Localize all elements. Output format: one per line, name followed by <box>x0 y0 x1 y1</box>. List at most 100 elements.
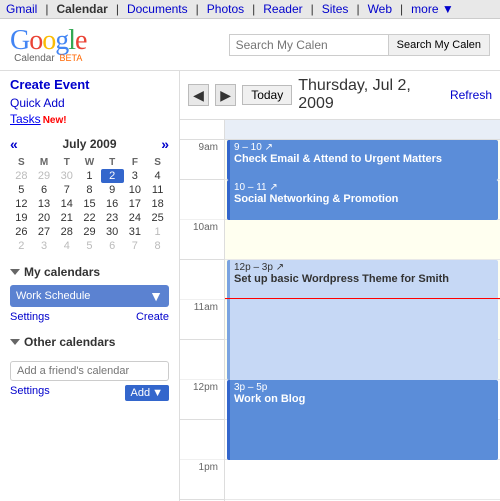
mini-cal-header: « July 2009 » <box>10 136 169 152</box>
nav-gmail[interactable]: Gmail <box>6 2 37 16</box>
mini-cal-day-cell[interactable]: 26 <box>10 225 33 239</box>
other-calendars-section: Other calendars Settings Add ▼ <box>10 335 169 401</box>
time-slot: 10am <box>180 220 224 260</box>
time-slot <box>180 340 224 380</box>
nav-calendar[interactable]: Calendar <box>56 2 107 16</box>
mini-cal-day-cell[interactable]: 14 <box>55 197 78 211</box>
prev-day-button[interactable]: ◀ <box>188 84 209 106</box>
mini-cal-day-cell[interactable]: 30 <box>101 225 124 239</box>
mini-cal-day-cell[interactable]: 20 <box>33 211 56 225</box>
dropdown-arrow-icon: ▼ <box>149 288 163 304</box>
search-button[interactable]: Search My Calen <box>389 34 490 56</box>
nav-sites[interactable]: Sites <box>322 2 349 16</box>
create-link[interactable]: Create <box>136 311 169 323</box>
event-time: 3p – 5p <box>234 382 494 393</box>
nav-reader[interactable]: Reader <box>263 2 302 16</box>
settings-link[interactable]: Settings <box>10 311 50 323</box>
mini-cal-day-cell[interactable]: 31 <box>124 225 147 239</box>
search-input[interactable] <box>229 34 389 56</box>
today-button[interactable]: Today <box>242 85 292 105</box>
mini-cal-week-row: 12131415161718 <box>10 197 169 211</box>
nav-sep3: | <box>196 2 199 16</box>
event-title: Check Email & Attend to Urgent Matters <box>234 153 494 165</box>
mini-cal-dow-cell: F <box>124 156 147 169</box>
mini-cal-day-cell[interactable]: 16 <box>101 197 124 211</box>
mini-cal-day-cell[interactable]: 10 <box>124 183 147 197</box>
time-slot: 9am <box>180 140 224 180</box>
refresh-link[interactable]: Refresh <box>450 88 492 102</box>
mini-cal-day-cell[interactable]: 1 <box>78 169 101 183</box>
create-event-link[interactable]: Create Event <box>10 77 169 92</box>
add-calendar-button[interactable]: Add ▼ <box>125 385 169 401</box>
mini-cal-day-cell[interactable]: 28 <box>55 225 78 239</box>
event-time: 10 – 11 ↗ <box>234 182 494 193</box>
mini-cal-day-cell[interactable]: 19 <box>10 211 33 225</box>
add-friend-calendar-input[interactable] <box>10 361 169 381</box>
nav-photos[interactable]: Photos <box>207 2 244 16</box>
mini-cal-day-cell[interactable]: 2 <box>10 239 33 253</box>
mini-cal-day-cell[interactable]: 25 <box>146 211 169 225</box>
event-title: Set up basic Wordpress Theme for Smith <box>234 273 494 285</box>
work-schedule-dropdown[interactable]: Work Schedule ▼ <box>10 285 169 307</box>
time-slot <box>180 180 224 220</box>
mini-cal-day-cell[interactable]: 17 <box>124 197 147 211</box>
day-header <box>225 120 500 140</box>
mini-calendar: « July 2009 » SMTWTFS 282930123456789101… <box>10 136 169 253</box>
mini-cal-day-cell[interactable]: 8 <box>146 239 169 253</box>
mini-cal-day-cell[interactable]: 24 <box>124 211 147 225</box>
current-time-line <box>225 298 500 299</box>
mini-cal-prev[interactable]: « <box>10 136 18 152</box>
other-settings-link[interactable]: Settings <box>10 385 50 401</box>
nav-documents[interactable]: Documents <box>127 2 188 16</box>
mini-cal-dow-cell: S <box>10 156 33 169</box>
mini-cal-day-cell[interactable]: 21 <box>55 211 78 225</box>
mini-cal-day-cell[interactable]: 6 <box>33 183 56 197</box>
mini-cal-day-cell[interactable]: 1 <box>146 225 169 239</box>
mini-cal-day-cell[interactable]: 8 <box>78 183 101 197</box>
mini-cal-day-cell[interactable]: 3 <box>33 239 56 253</box>
my-calendars-header[interactable]: My calendars <box>10 265 169 279</box>
hour-row <box>225 460 500 500</box>
mini-cal-day-cell[interactable]: 6 <box>101 239 124 253</box>
mini-cal-day-cell[interactable]: 4 <box>146 169 169 183</box>
nav-web[interactable]: Web <box>368 2 392 16</box>
mini-cal-day-cell[interactable]: 4 <box>55 239 78 253</box>
mini-cal-day-cell[interactable]: 27 <box>33 225 56 239</box>
mini-cal-next[interactable]: » <box>161 136 169 152</box>
next-day-button[interactable]: ▶ <box>215 84 236 106</box>
event-block[interactable]: 10 – 11 ↗Social Networking & Promotion <box>227 180 498 220</box>
mini-cal-day-cell[interactable]: 18 <box>146 197 169 211</box>
mini-cal-day-cell[interactable]: 7 <box>55 183 78 197</box>
time-slot: 12pm <box>180 380 224 420</box>
mini-cal-day-cell[interactable]: 30 <box>55 169 78 183</box>
mini-cal-day-cell[interactable]: 9 <box>101 183 124 197</box>
quick-add-link[interactable]: Quick Add <box>10 96 169 110</box>
my-calendars-section: My calendars Work Schedule ▼ Settings Cr… <box>10 265 169 323</box>
time-slot <box>180 260 224 300</box>
event-block[interactable]: 9 – 10 ↗Check Email & Attend to Urgent M… <box>227 140 498 180</box>
mini-cal-day-cell[interactable]: 12 <box>10 197 33 211</box>
mini-cal-day-cell[interactable]: 22 <box>78 211 101 225</box>
mini-cal-day-cell[interactable]: 15 <box>78 197 101 211</box>
mini-cal-day-cell[interactable]: 13 <box>33 197 56 211</box>
mini-cal-day-cell[interactable]: 5 <box>78 239 101 253</box>
logo-l: l <box>68 25 75 56</box>
nav-more[interactable]: more ▼ <box>411 2 454 16</box>
mini-cal-day-cell[interactable]: 28 <box>10 169 33 183</box>
day-view: 9am10am11am12pm1pm2pm3pm4pm5pm 9 – 10 ↗C… <box>180 120 500 501</box>
mini-cal-day-cell[interactable]: 23 <box>101 211 124 225</box>
mini-cal-day-cell[interactable]: 11 <box>146 183 169 197</box>
mini-cal-day-cell[interactable]: 2 <box>101 169 124 183</box>
mini-cal-day-cell[interactable]: 29 <box>78 225 101 239</box>
mini-cal-day-cell[interactable]: 3 <box>124 169 147 183</box>
event-block[interactable]: 3p – 5pWork on Blog <box>227 380 498 460</box>
mini-cal-day-cell[interactable]: 5 <box>10 183 33 197</box>
event-title: Social Networking & Promotion <box>234 193 494 205</box>
mini-cal-day-cell[interactable]: 7 <box>124 239 147 253</box>
mini-cal-day-cell[interactable]: 29 <box>33 169 56 183</box>
tasks-link[interactable]: Tasks <box>10 112 41 126</box>
other-calendars-header[interactable]: Other calendars <box>10 335 169 349</box>
top-nav: Gmail | Calendar | Documents | Photos | … <box>0 0 500 19</box>
event-block[interactable]: 12p – 3p ↗Set up basic Wordpress Theme f… <box>227 260 498 380</box>
mini-cal-week-row: 2627282930311 <box>10 225 169 239</box>
